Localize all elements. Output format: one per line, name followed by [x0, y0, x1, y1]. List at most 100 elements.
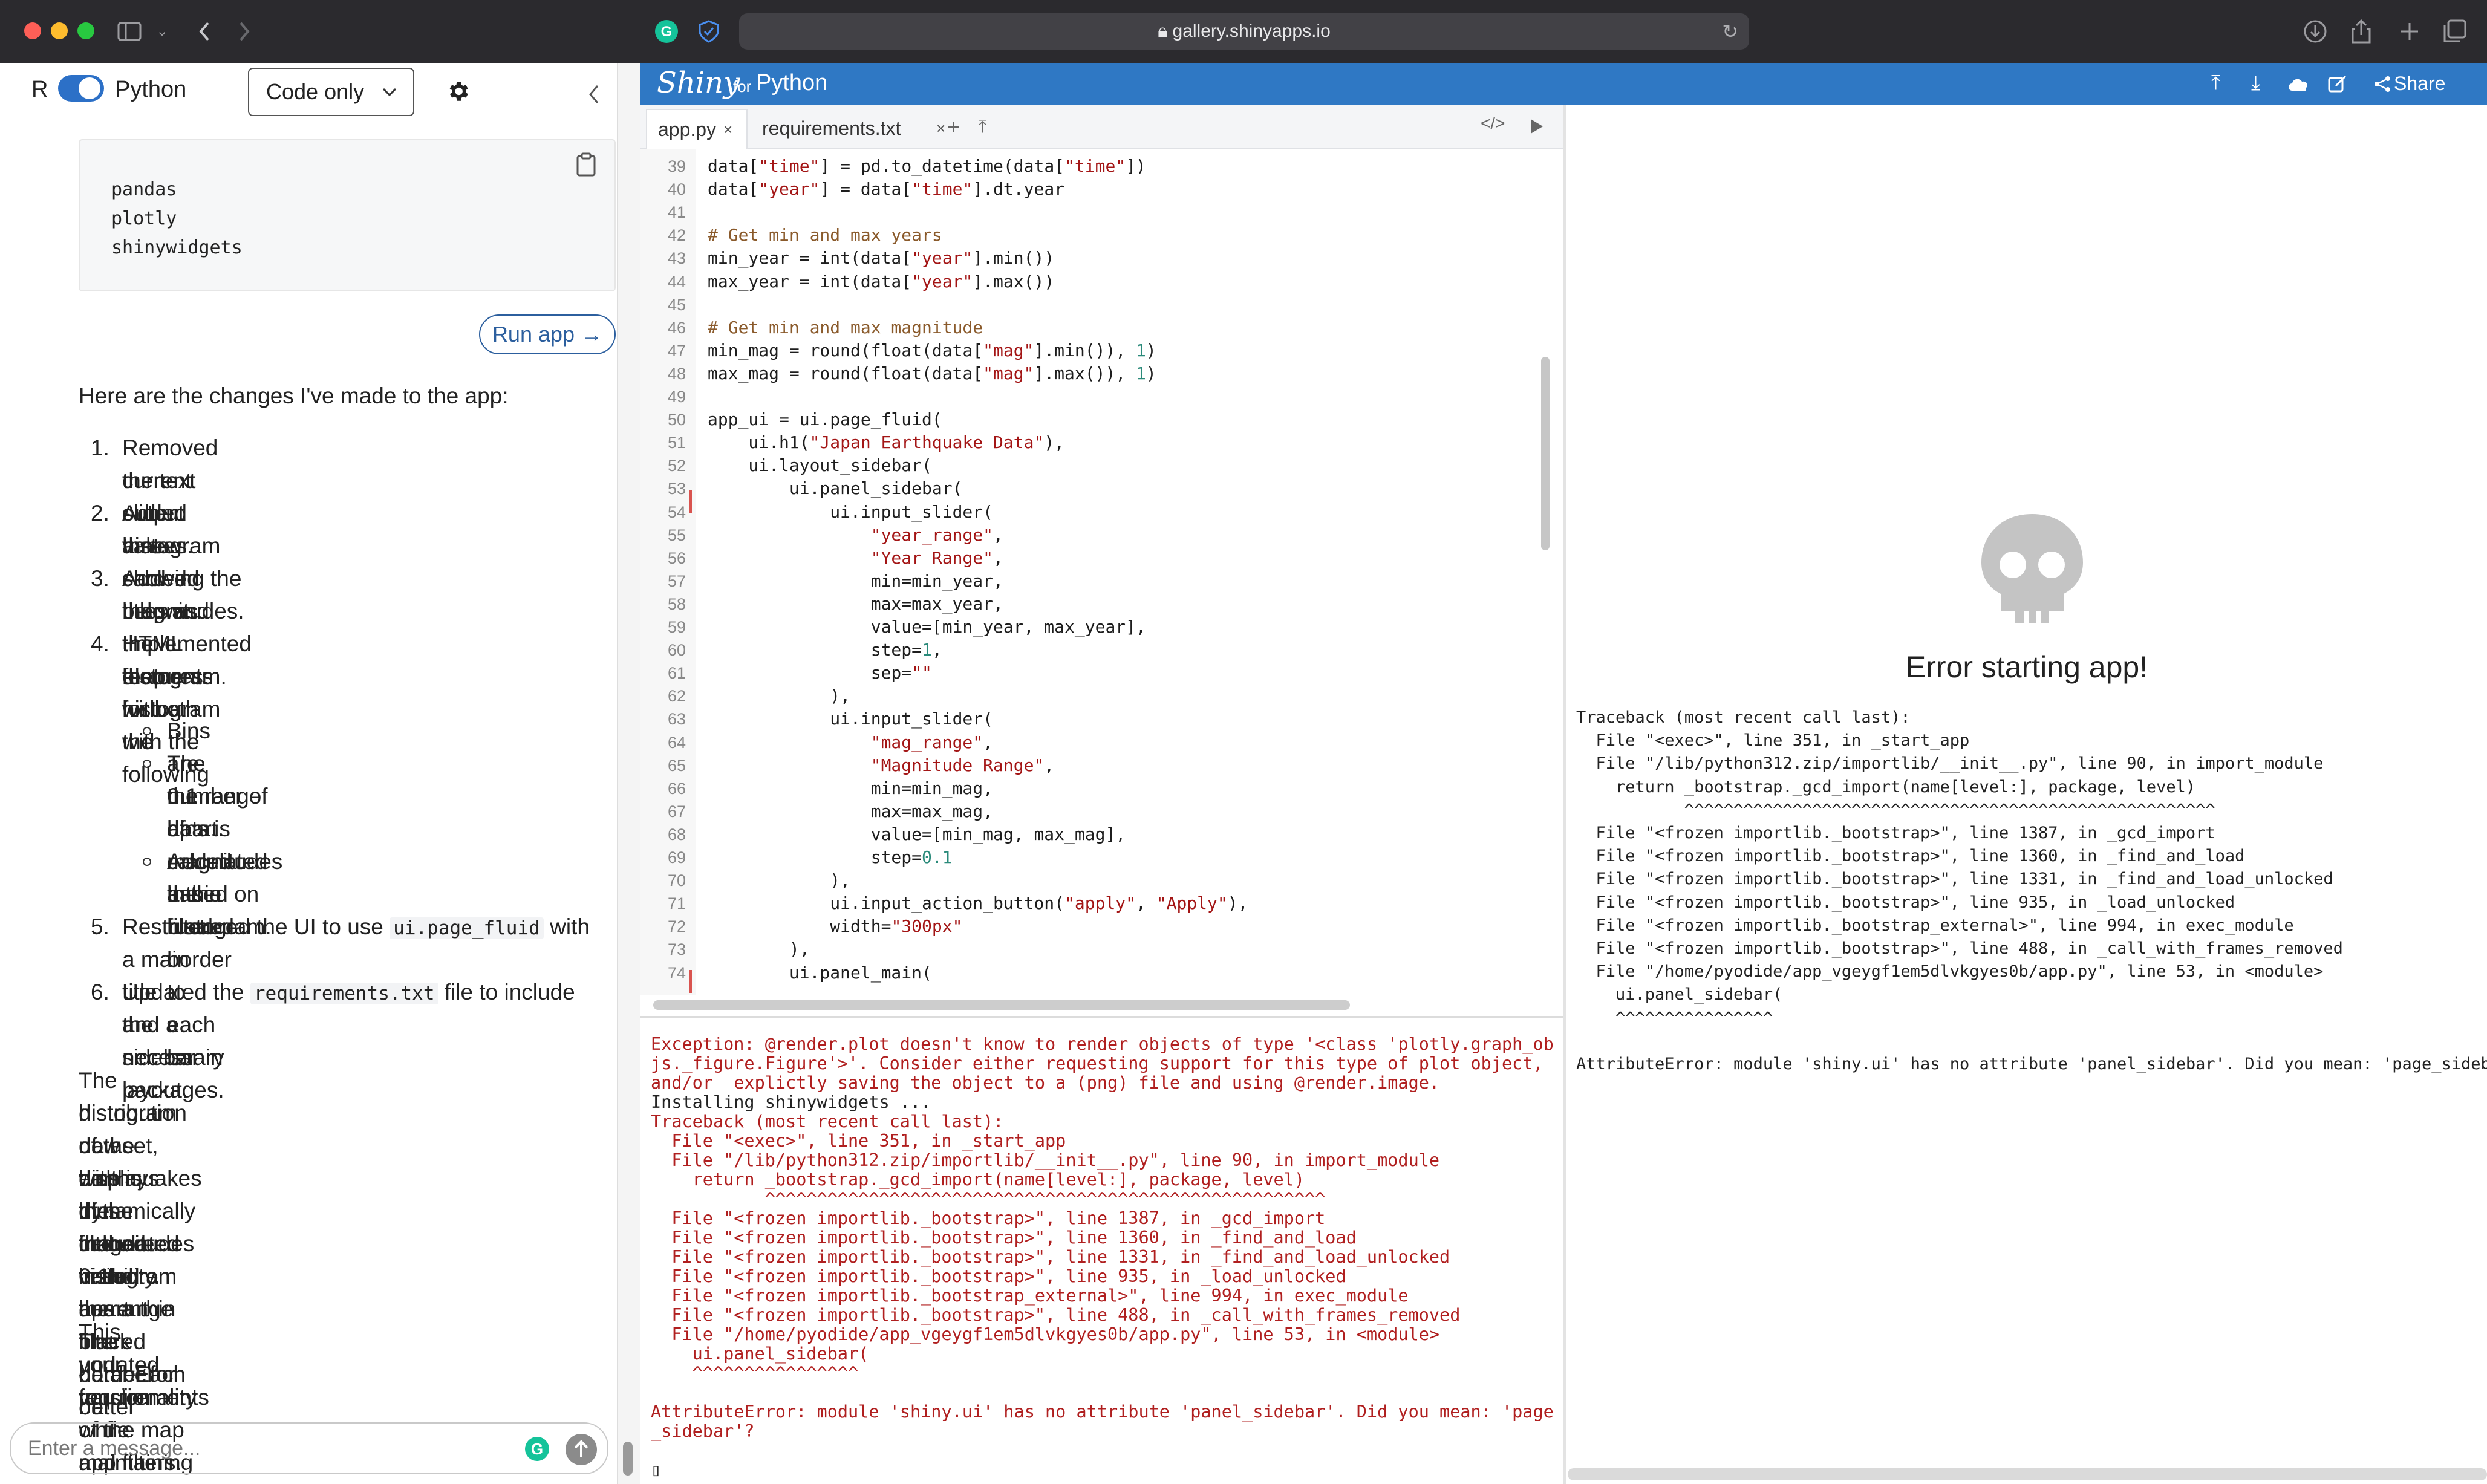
upload-icon[interactable]: ⤒: [2211, 71, 2220, 95]
edit-icon[interactable]: [2327, 74, 2348, 94]
mode-select[interactable]: Code only: [248, 68, 414, 116]
line-number: 64: [667, 733, 686, 752]
code-line: plotly: [111, 208, 177, 229]
list-item-text: features:: [122, 664, 209, 689]
tabs-icon[interactable]: [2442, 19, 2466, 44]
code-line: ),: [708, 870, 851, 891]
console-line: File "/lib/python312.zip/importlib/__ini…: [651, 1150, 1440, 1170]
list-number: 5.: [91, 914, 109, 939]
code-line: ui.input_slider(: [708, 709, 994, 729]
preview-scrollbar[interactable]: [1568, 1468, 2487, 1480]
console-line: _sidebar'?: [651, 1421, 755, 1441]
upload-file-icon[interactable]: ⤒: [979, 109, 986, 145]
grammarly-icon[interactable]: G: [524, 1436, 550, 1462]
line-number: 74: [667, 963, 686, 982]
line-number: 43: [667, 249, 686, 268]
list-item-text: Restructured the UI to use ui.page_fluid…: [122, 911, 590, 945]
code-line: ui.panel_sidebar(: [708, 478, 963, 499]
message-input[interactable]: Enter a message... G: [10, 1422, 608, 1474]
send-icon[interactable]: [565, 1433, 598, 1466]
line-number: 73: [667, 940, 686, 959]
reload-icon[interactable]: ↻: [1722, 13, 1738, 50]
code-line: app_ui = ui.page_fluid(: [708, 409, 942, 430]
tab-app-py[interactable]: app.py ×: [646, 109, 748, 149]
shield-icon[interactable]: [698, 19, 720, 44]
line-number: 39: [667, 157, 686, 175]
traceback-line: ui.panel_sidebar(: [1576, 985, 1783, 1004]
list-number: 1.: [91, 435, 109, 460]
bullet-marker: [143, 760, 151, 768]
code-editor[interactable]: data["time"] = pd.to_datetime(data["time…: [696, 149, 1539, 995]
sidebar-icon[interactable]: [117, 22, 142, 41]
share-icon[interactable]: [2350, 18, 2372, 45]
code-line: ui.layout_sidebar(: [708, 455, 932, 476]
console-line: ^^^^^^^^^^^^^^^^: [651, 1363, 859, 1383]
zoom-window-button[interactable]: [77, 22, 94, 39]
console-line: and/or explictly saving the object to a …: [651, 1073, 1440, 1093]
chevron-down-icon[interactable]: ⌄: [156, 0, 168, 63]
address-bar[interactable]: 🔒︎ gallery.shinyapps.io ↻: [739, 13, 1749, 50]
line-number: 61: [667, 664, 686, 683]
add-file-icon[interactable]: +: [947, 109, 960, 145]
minimize-window-button[interactable]: [51, 22, 68, 39]
collapse-panel-icon[interactable]: [587, 83, 600, 105]
forward-icon[interactable]: [237, 21, 252, 42]
gear-icon[interactable]: [445, 79, 471, 104]
line-number: 58: [667, 594, 686, 613]
line-number-gutter: 39 40 41 42 43 44 45 46 47 48 49 50 51 52 53 54 55 56 57 58…: [640, 149, 696, 995]
code-line: "year_range",: [870, 524, 1003, 545]
shiny-logo: Shiny: [657, 66, 740, 100]
download-icon[interactable]: ⤓: [2251, 71, 2260, 95]
close-icon[interactable]: ×: [723, 110, 732, 149]
line-number: 72: [667, 917, 686, 936]
console-line: js._figure.Figure'>'. Consider either re…: [651, 1053, 1543, 1073]
traceback-line: File "/home/pyodide/app_vgeygf1em5dlvkgy…: [1576, 962, 2324, 981]
grammarly-icon[interactable]: G: [654, 19, 679, 44]
code-line: # Get min and max magnitude: [708, 317, 983, 337]
editor-tabbar: app.py × requirements.txt × + ⤒ </>: [640, 105, 1563, 149]
code-block: pandas plotly shinywidgets: [79, 139, 616, 291]
share-button[interactable]: Share: [2394, 73, 2445, 95]
console-line: Installing shinywidgets ...: [651, 1092, 931, 1112]
code-view-icon[interactable]: </>: [1481, 114, 1505, 133]
sublist-item-text: data.: [167, 816, 217, 841]
code-line: # Get min and max years: [708, 225, 942, 246]
error-marker: [689, 490, 692, 513]
message-placeholder: Enter a message...: [28, 1437, 201, 1460]
lang-r-label: R: [31, 77, 48, 102]
run-icon[interactable]: [1529, 117, 1545, 135]
traceback-line: File "<frozen importlib._bootstrap>", li…: [1576, 939, 2343, 958]
new-tab-icon[interactable]: [2399, 21, 2420, 42]
line-number: 62: [667, 687, 686, 706]
bullet-marker: [143, 727, 151, 735]
clipboard-icon[interactable]: [576, 152, 596, 177]
traceback-line: return _bootstrap._gcd_import(name[level…: [1576, 777, 2196, 796]
summary-text: visibility.: [79, 1264, 160, 1289]
code-line: ),: [708, 686, 851, 706]
editor-scrollbar[interactable]: [1541, 357, 1550, 550]
code-line: max=max_mag,: [708, 801, 994, 821]
console-output: Exception: @render.plot doesn't know to …: [640, 1016, 1563, 1484]
close-window-button[interactable]: [24, 22, 41, 39]
browser-toolbar: ⌄ G 🔒︎ gallery.shinyapps.io ↻: [0, 0, 2487, 63]
line-number: 40: [667, 180, 686, 199]
run-app-button[interactable]: Run app →: [479, 314, 616, 354]
console-line: File "<frozen importlib._bootstrap>", li…: [651, 1247, 1450, 1267]
traceback-line: Traceback (most recent call last):: [1576, 708, 1911, 727]
list-item-text: Updated the requirements.txt file to inc…: [122, 976, 575, 1010]
download-icon[interactable]: [2303, 19, 2327, 44]
close-icon[interactable]: ×: [936, 109, 945, 148]
tab-requirements-txt[interactable]: requirements.txt ×: [751, 109, 960, 149]
code-line: ui.h1("Japan Earthquake Data"),: [708, 432, 1065, 453]
code-line: min=min_year,: [708, 570, 1003, 591]
cloud-icon[interactable]: [2286, 75, 2310, 93]
code-line: ),: [708, 939, 810, 960]
line-number: 44: [667, 272, 686, 291]
console-line: File "/home/pyodide/app_vgeygf1em5dlvkgy…: [651, 1324, 1440, 1344]
code-line: max=max_year,: [708, 593, 1003, 614]
chat-scrollbar[interactable]: [617, 63, 640, 1484]
line-number: 53: [667, 480, 686, 498]
language-toggle[interactable]: [58, 75, 104, 102]
editor-hscrollbar[interactable]: [653, 1000, 1350, 1010]
back-icon[interactable]: [197, 21, 212, 42]
